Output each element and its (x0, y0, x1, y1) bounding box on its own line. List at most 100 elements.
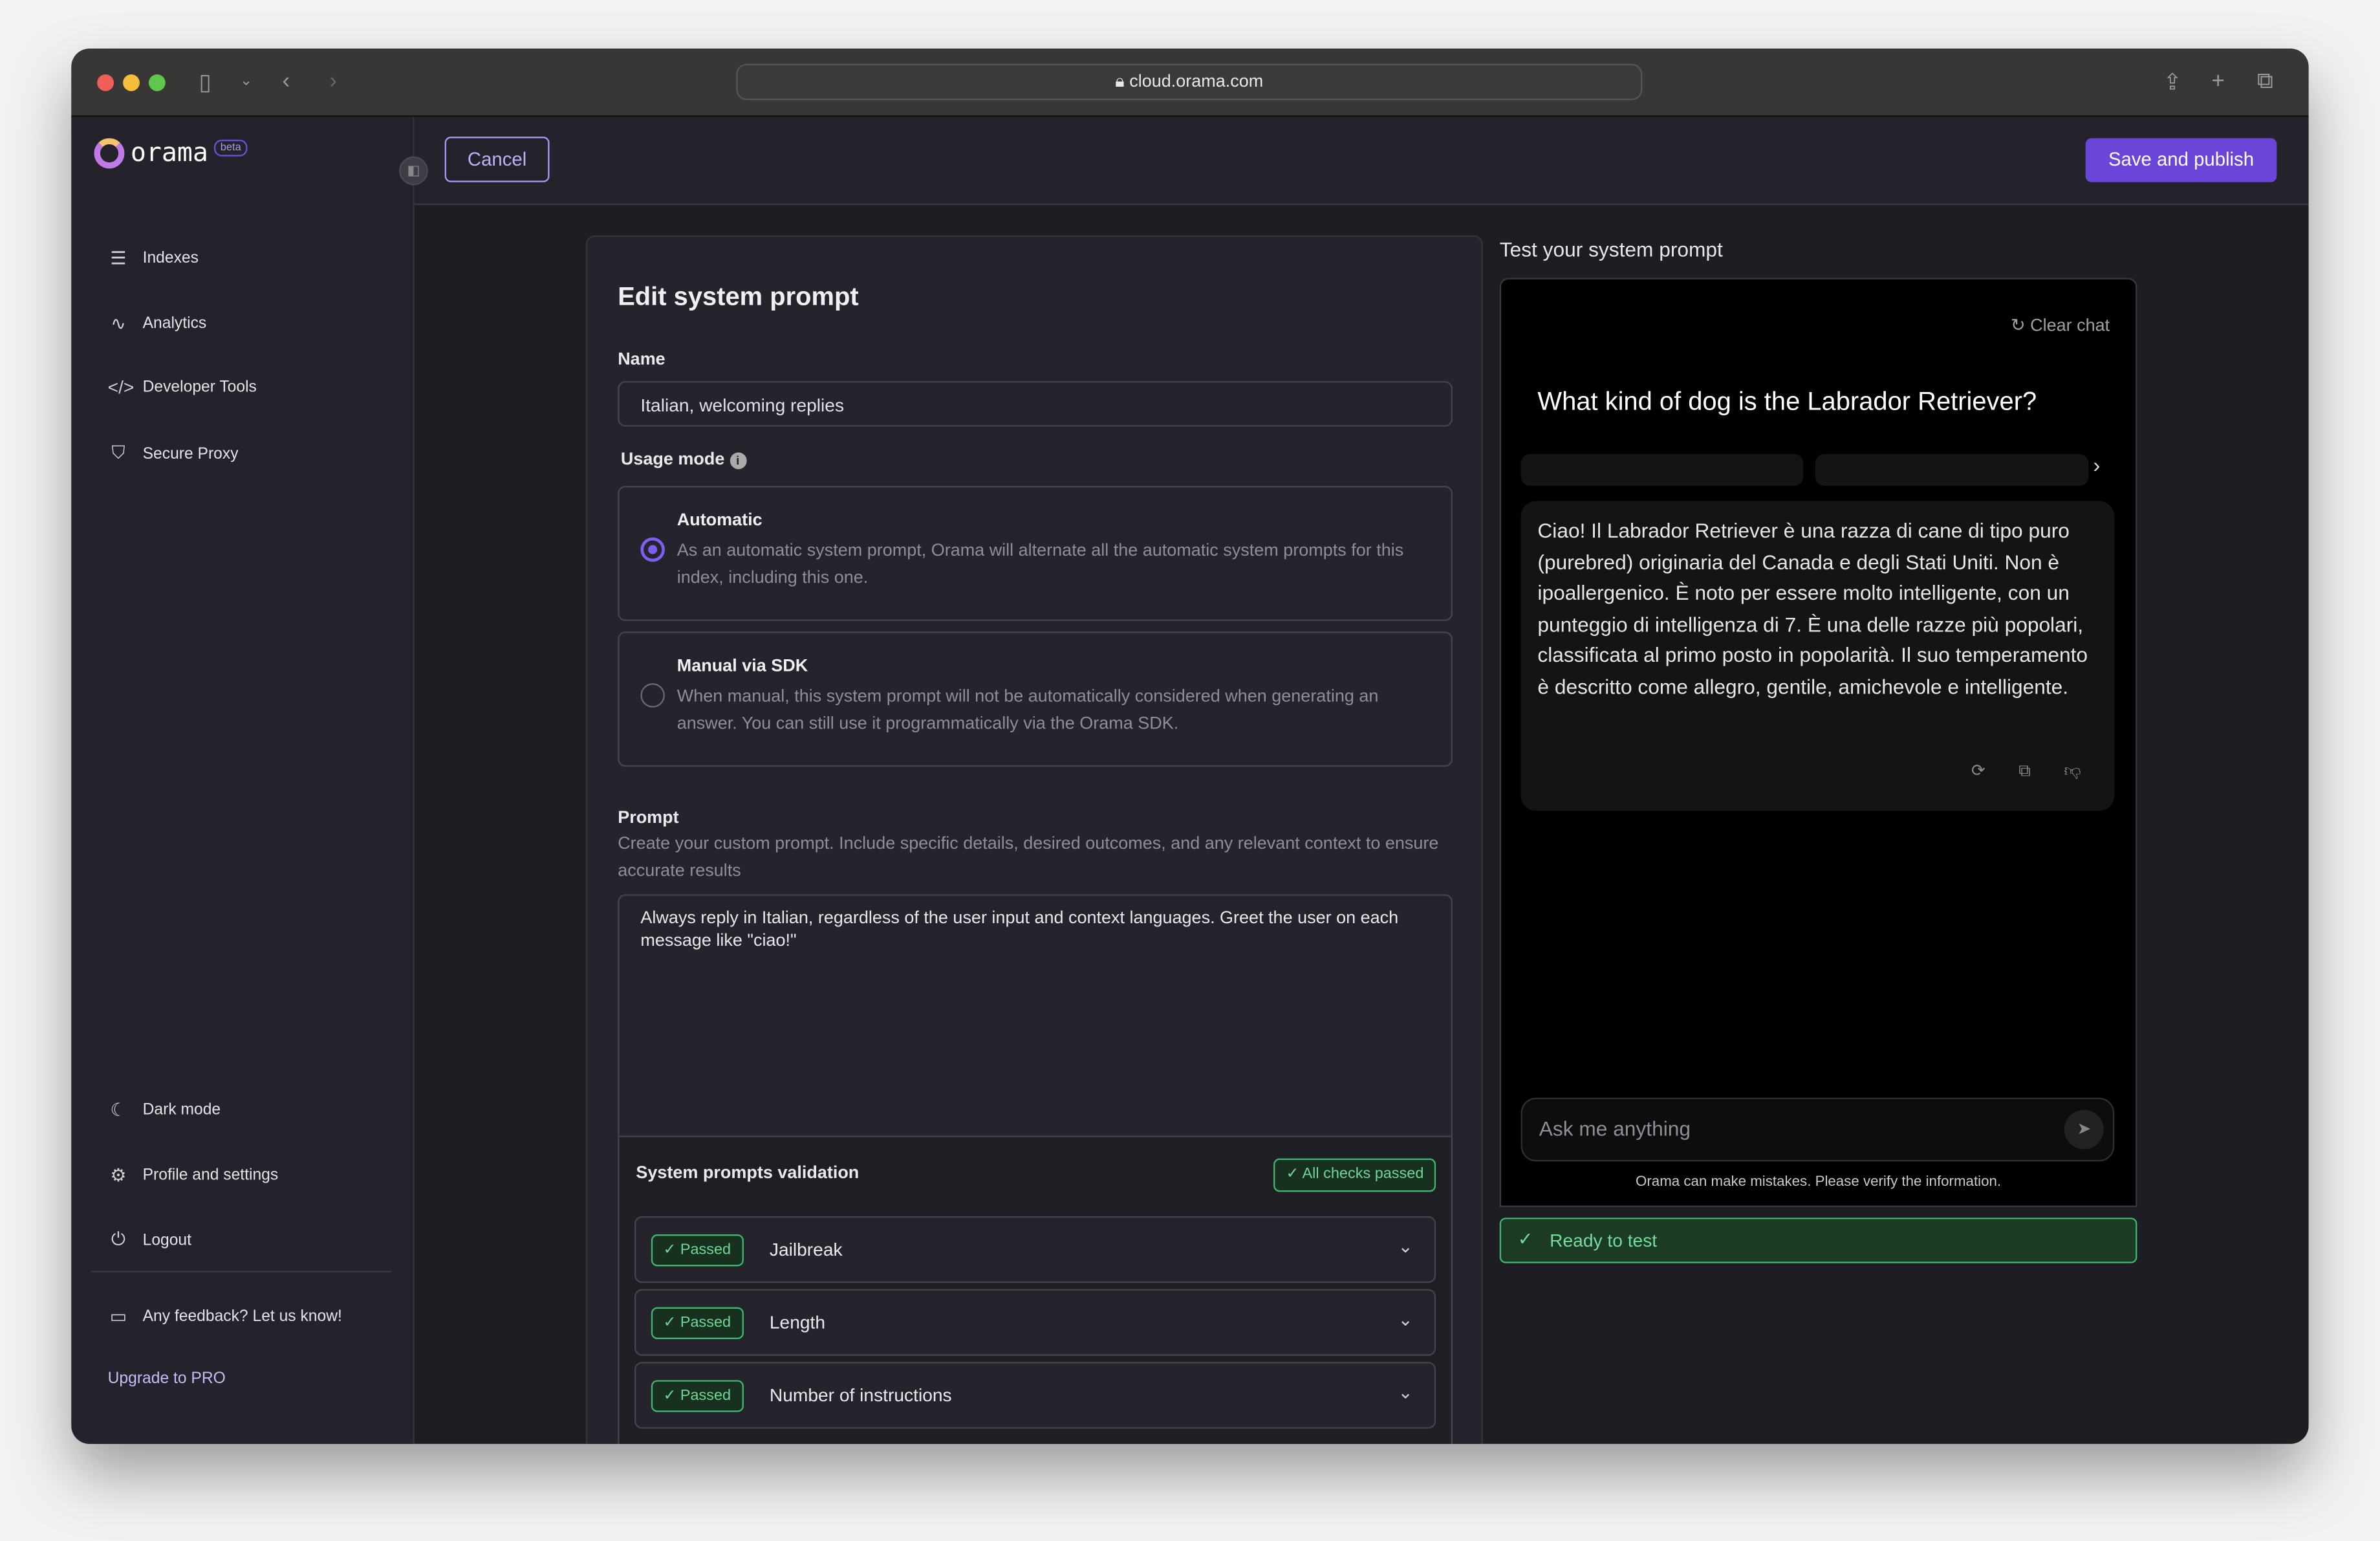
prompt-textarea[interactable]: Always reply in Italian, regardless of t… (618, 894, 1453, 1137)
chevron-down-icon[interactable]: ⌄ (240, 73, 253, 90)
sidebar-item-label: Profile and settings (142, 1166, 279, 1185)
usage-option-manual[interactable]: Manual via SDK When manual, this system … (618, 631, 1453, 767)
status-text: Passed (680, 1388, 731, 1404)
sidebar-item-developer-tools[interactable]: </> Developer Tools (108, 377, 257, 398)
sidebar-item-profile[interactable]: ⚙ Profile and settings (108, 1164, 279, 1186)
chevron-down-icon[interactable]: ⌄ (1398, 1382, 1413, 1403)
chat-input[interactable]: Ask me anything ➤ (1520, 1097, 2115, 1162)
summary-text: All checks passed (1302, 1166, 1424, 1183)
name-input[interactable]: Italian, welcoming replies (618, 381, 1453, 427)
url-text: cloud.orama.com (1129, 72, 1264, 91)
check-circle-icon: ✓ (1286, 1166, 1303, 1183)
chat-input-placeholder: Ask me anything (1539, 1117, 1691, 1141)
passed-badge: ✓ Passed (651, 1234, 743, 1267)
minimize-window-button[interactable] (123, 74, 140, 91)
sidebar-item-secure-proxy[interactable]: ⛉ Secure Proxy (108, 441, 239, 464)
all-checks-passed-badge: ✓ All checks passed (1273, 1158, 1436, 1192)
ready-status: ✓ Ready to test (1499, 1218, 2137, 1263)
clear-chat-button[interactable]: ↻ Clear chat (2011, 314, 2110, 336)
prompt-label: Prompt (618, 809, 679, 828)
source-card[interactable] (1520, 454, 1804, 486)
tabs-overview-icon[interactable]: ⧉ (2257, 69, 2273, 94)
check-length[interactable]: ✓ Passed Length ⌄ (634, 1289, 1436, 1356)
page-title: Edit system prompt (618, 282, 859, 312)
feedback-link[interactable]: ▭ Any feedback? Let us know! (108, 1306, 342, 1327)
option-title: Automatic (676, 511, 763, 530)
assistant-answer: Ciao! Il Labrador Retriever è una razza … (1520, 501, 2115, 811)
browser-titlebar: ▯ ⌄ ‹ › 🔒︎ cloud.orama.com ⇪ + ⧉ (71, 49, 2309, 117)
usage-mode-text: Usage mode (620, 451, 725, 470)
page-header: Cancel Save and publish (414, 116, 2309, 205)
prompt-description: Create your custom prompt. Include speci… (618, 835, 1439, 881)
check-name: Jailbreak (769, 1239, 843, 1260)
test-panel-title: Test your system prompt (1499, 238, 1723, 261)
new-tab-icon[interactable]: + (2211, 69, 2225, 94)
divider (91, 1271, 392, 1273)
sidebar-item-indexes[interactable]: ☰ Indexes (108, 248, 199, 269)
refresh-icon: ↻ (2011, 317, 2031, 336)
thumbs-down-icon[interactable]: 👎︎ (2064, 756, 2081, 787)
collapse-sidebar-button[interactable]: ◧ (399, 156, 428, 186)
sidebar-item-label: Secure Proxy (142, 444, 239, 463)
brand-name: orama (130, 138, 208, 169)
save-and-publish-button[interactable]: Save and publish (2085, 138, 2277, 182)
sidebar-item-label: Analytics (142, 314, 207, 333)
source-card[interactable] (1815, 454, 2089, 486)
sidebar-item-label: Indexes (142, 248, 199, 268)
sidebar-item-logout[interactable]: ⏻ Logout (108, 1229, 191, 1251)
upgrade-label: Upgrade to PRO (107, 1369, 226, 1388)
passed-badge: ✓ Passed (651, 1307, 743, 1339)
code-icon: </> (107, 377, 135, 398)
check-circle-icon: ✓ (1517, 1228, 1533, 1250)
status-text: Passed (680, 1315, 731, 1332)
chevron-down-icon[interactable]: ⌄ (1398, 1236, 1413, 1257)
regenerate-icon[interactable]: ⟳ (1971, 756, 1985, 787)
upgrade-link[interactable]: Upgrade to PRO (108, 1370, 226, 1388)
answer-text: Ciao! Il Labrador Retriever è una razza … (1537, 519, 2088, 698)
shield-icon: ⛉ (111, 441, 125, 463)
chevron-down-icon[interactable]: ⌄ (1398, 1309, 1413, 1330)
automatic-radio[interactable] (640, 537, 665, 562)
check-name: Length (769, 1311, 826, 1333)
sidebar-toggle-icon[interactable]: ▯ (199, 69, 211, 96)
usage-option-automatic[interactable]: Automatic As an automatic system prompt,… (618, 486, 1453, 621)
forward-icon[interactable]: › (329, 69, 337, 94)
browser-window: ▯ ⌄ ‹ › 🔒︎ cloud.orama.com ⇪ + ⧉ orama be… (71, 49, 2309, 1444)
back-icon[interactable]: ‹ (283, 69, 290, 94)
moon-icon: ☾ (110, 1099, 127, 1121)
sidebar-item-label: Developer Tools (142, 378, 257, 397)
send-icon[interactable]: ➤ (2064, 1109, 2104, 1150)
manual-radio[interactable] (640, 683, 665, 708)
sidebar-item-analytics[interactable]: ∿ Analytics (108, 312, 207, 334)
orama-logo[interactable]: orama beta (94, 138, 248, 169)
activity-icon: ∿ (111, 312, 126, 334)
sidebar-item-label: Dark mode (142, 1100, 221, 1119)
beta-badge: beta (214, 138, 248, 156)
status-text: Ready to test (1550, 1229, 1658, 1251)
check-number-of-instructions[interactable]: ✓ Passed Number of instructions ⌄ (634, 1362, 1436, 1429)
maximize-window-button[interactable] (148, 74, 166, 91)
cancel-button[interactable]: Cancel (444, 137, 550, 182)
address-bar[interactable]: 🔒︎ cloud.orama.com (736, 63, 1643, 100)
server-icon: ☰ (110, 247, 127, 269)
check-jailbreak[interactable]: ✓ Passed Jailbreak ⌄ (634, 1216, 1436, 1284)
feedback-label: Any feedback? Let us know! (142, 1307, 342, 1326)
check-name: Number of instructions (769, 1384, 952, 1406)
status-text: Passed (680, 1241, 731, 1259)
name-label: Name (618, 351, 665, 369)
share-icon[interactable]: ⇪ (2163, 69, 2182, 96)
option-description: When manual, this system prompt will not… (676, 688, 1379, 734)
orama-logo-icon (94, 138, 125, 169)
info-icon[interactable]: i (729, 452, 746, 470)
chevron-right-icon[interactable]: › (2093, 452, 2100, 477)
usage-mode-label: Usage mode i (620, 451, 746, 470)
power-icon: ⏻ (111, 1228, 126, 1250)
validation-title: System prompts validation (636, 1164, 860, 1183)
clear-chat-label: Clear chat (2030, 317, 2110, 336)
sidebar-item-label: Logout (142, 1230, 192, 1249)
dark-mode-toggle[interactable]: ☾ Dark mode (108, 1099, 221, 1120)
message-icon: ▭ (109, 1306, 127, 1328)
copy-icon[interactable]: ⧉ (2018, 756, 2030, 787)
close-window-button[interactable] (97, 74, 114, 91)
disclaimer: Orama can make mistakes. Please verify t… (1636, 1174, 2002, 1190)
